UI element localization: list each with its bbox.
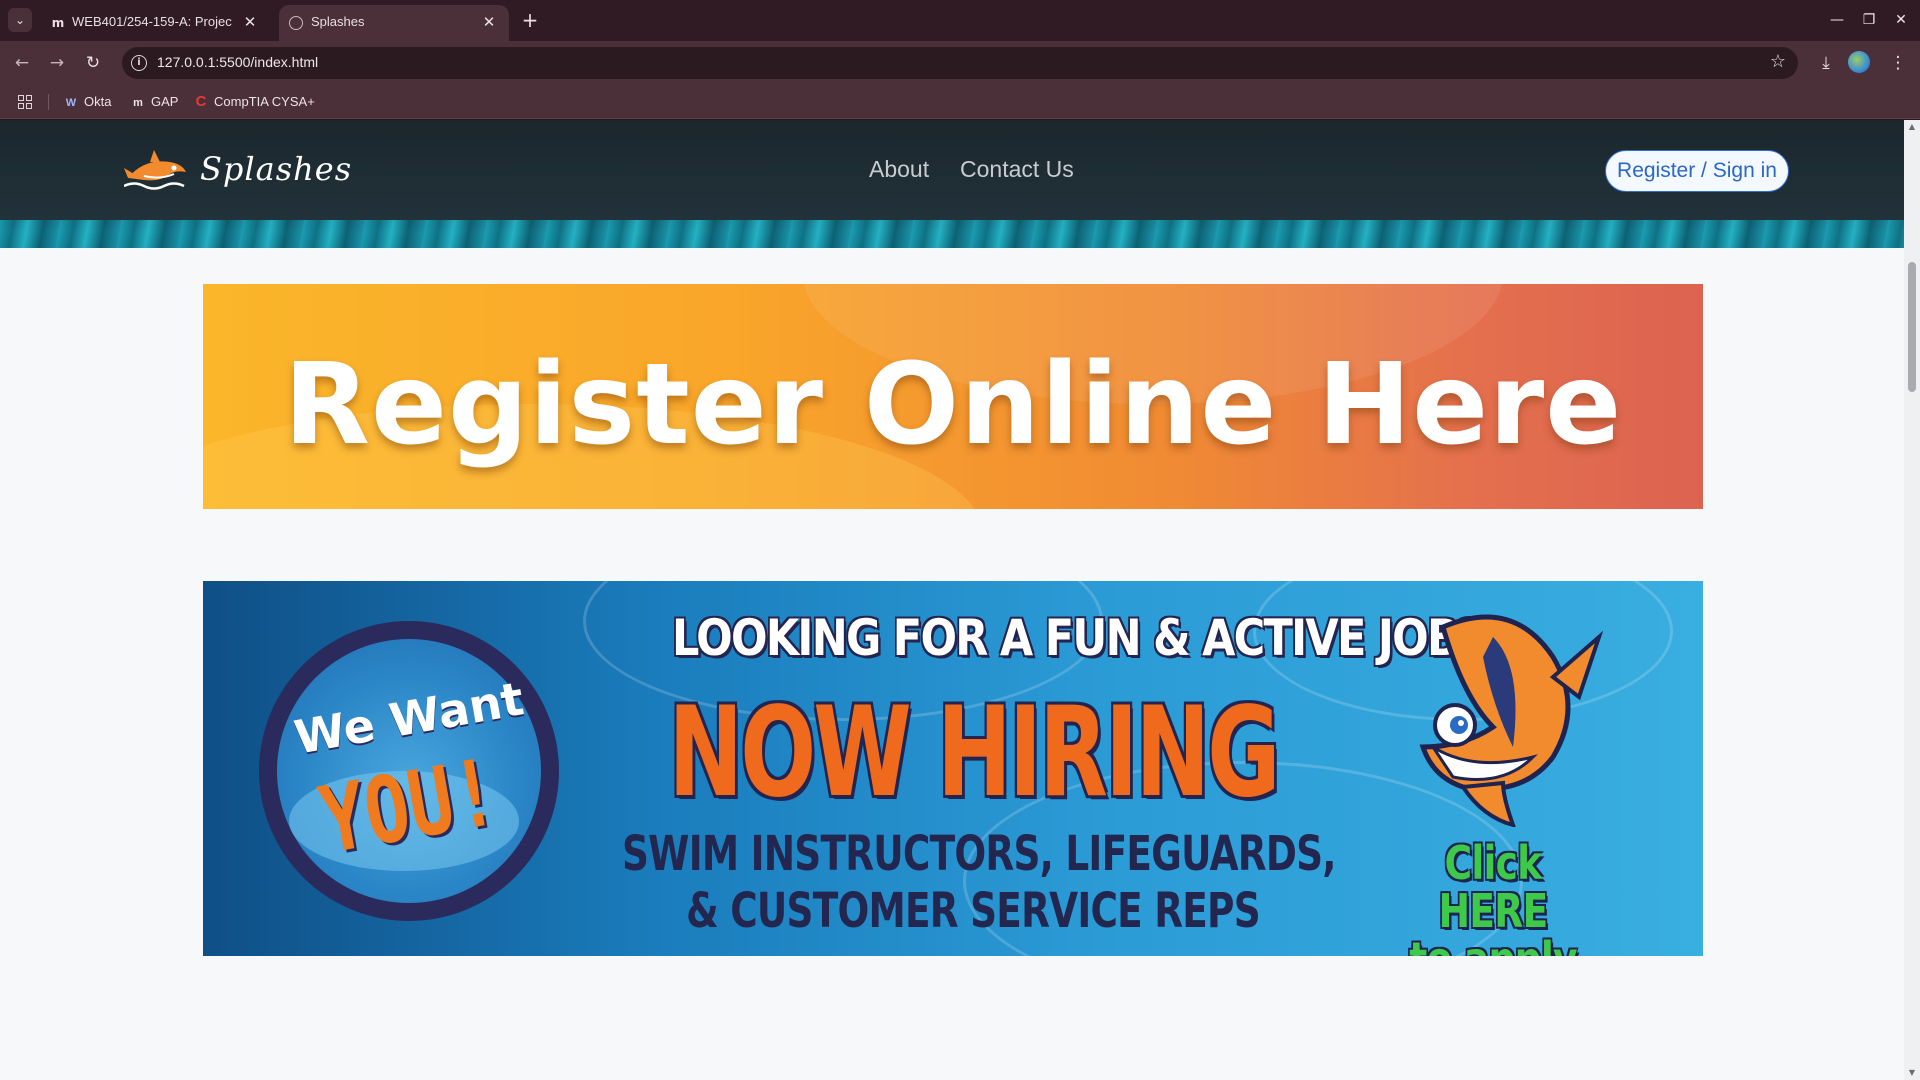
register-online-banner[interactable]: Register Online Here — [203, 284, 1703, 509]
bookmark-label: GAP — [151, 94, 179, 109]
forward-arrow-icon[interactable]: → — [44, 50, 70, 76]
page-scrollbar[interactable]: ▲ ▼ — [1904, 120, 1920, 1080]
scrollbar-thumb[interactable] — [1908, 262, 1916, 392]
m-logo-icon: m — [51, 16, 65, 30]
site-brand[interactable]: Splashes — [200, 150, 352, 188]
close-window-icon[interactable]: ✕ — [1888, 8, 1914, 32]
browser-toolbar: ← → ↻ i 127.0.0.1:5500/index.html ☆ ⤓ ⋮ — [0, 41, 1920, 85]
shark-mascot-icon — [1419, 614, 1603, 827]
register-signin-button[interactable]: Register / Sign in — [1605, 150, 1789, 192]
w-icon: W — [65, 97, 77, 109]
bookmark-label: CompTIA CYSA+ — [214, 94, 315, 109]
reload-icon[interactable]: ↻ — [80, 50, 106, 76]
url-text[interactable]: 127.0.0.1:5500/index.html — [157, 54, 318, 70]
tab-title: WEB401/254-159-A: Project — [72, 14, 232, 29]
back-arrow-icon[interactable]: ← — [9, 50, 35, 76]
download-icon[interactable]: ⤓ — [1813, 50, 1839, 76]
we-want-you-badge: We Want YOU! — [259, 621, 559, 921]
address-bar[interactable]: i 127.0.0.1:5500/index.html ☆ — [122, 47, 1798, 79]
site-header: Splashes About Contact Us Register / Sig… — [0, 120, 1904, 248]
bookmark-label: Okta — [84, 94, 112, 109]
page-viewport: Splashes About Contact Us Register / Sig… — [0, 120, 1904, 1080]
roles-line-2: & CUSTOMER SERVICE REPS — [686, 883, 1261, 939]
apps-grid-icon[interactable] — [18, 95, 32, 109]
cta-line-1: Click HERE — [1438, 836, 1549, 938]
scroll-down-arrow-icon[interactable]: ▼ — [1907, 1068, 1917, 1078]
nav-contact-us[interactable]: Contact Us — [960, 156, 1074, 183]
shark-logo-icon[interactable] — [124, 148, 188, 190]
menu-kebab-icon[interactable]: ⋮ — [1885, 50, 1911, 76]
globe-icon — [289, 16, 303, 30]
water-background — [0, 218, 1904, 248]
tab-splashes[interactable]: Splashes ✕ — [279, 5, 509, 41]
bookmark-divider — [48, 94, 49, 110]
nav-about[interactable]: About — [869, 156, 929, 183]
bookmark-star-icon[interactable]: ☆ — [1770, 51, 1786, 72]
m-logo-icon: m — [133, 97, 143, 109]
new-tab-plus-icon[interactable]: + — [519, 9, 541, 31]
looking-for-job-text: LOOKING FOR A FUN & ACTIVE JOB? — [672, 609, 1483, 667]
tab-web401[interactable]: m WEB401/254-159-A: Project ✕ — [40, 5, 270, 41]
now-hiring-banner[interactable]: We Want YOU! LOOKING FOR A FUN & ACTIVE … — [203, 581, 1703, 956]
cta-line-2: to apply — [1386, 935, 1599, 956]
profile-avatar[interactable] — [1848, 51, 1870, 73]
now-hiring-text: NOW HIRING — [668, 681, 1280, 825]
register-banner-text: Register Online Here — [283, 340, 1623, 470]
comptia-icon: C — [195, 93, 207, 110]
roles-line-1: SWIM INSTRUCTORS, LIFEGUARDS, — [622, 826, 1337, 882]
bookmarks-bar: W Okta m GAP C CompTIA CYSA+ — [0, 85, 1920, 119]
tab-title: Splashes — [311, 14, 365, 29]
bookmark-okta[interactable]: W Okta — [64, 93, 112, 111]
bookmark-gap[interactable]: m GAP — [131, 93, 178, 111]
click-here-to-apply[interactable]: Click HERE to apply — [1386, 839, 1599, 956]
scroll-up-arrow-icon[interactable]: ▲ — [1907, 122, 1917, 132]
tab-search-chevron-icon[interactable]: ⌄ — [8, 8, 32, 32]
close-tab-icon[interactable]: ✕ — [479, 12, 499, 32]
close-tab-icon[interactable]: ✕ — [240, 12, 260, 32]
browser-tab-bar: ⌄ m WEB401/254-159-A: Project ✕ Splashes… — [0, 0, 1920, 41]
bookmark-comptia[interactable]: C CompTIA CYSA+ — [194, 93, 315, 111]
restore-window-icon[interactable]: ❐ — [1856, 8, 1882, 32]
minimize-icon[interactable]: — — [1824, 8, 1850, 32]
site-info-icon[interactable]: i — [131, 55, 147, 71]
